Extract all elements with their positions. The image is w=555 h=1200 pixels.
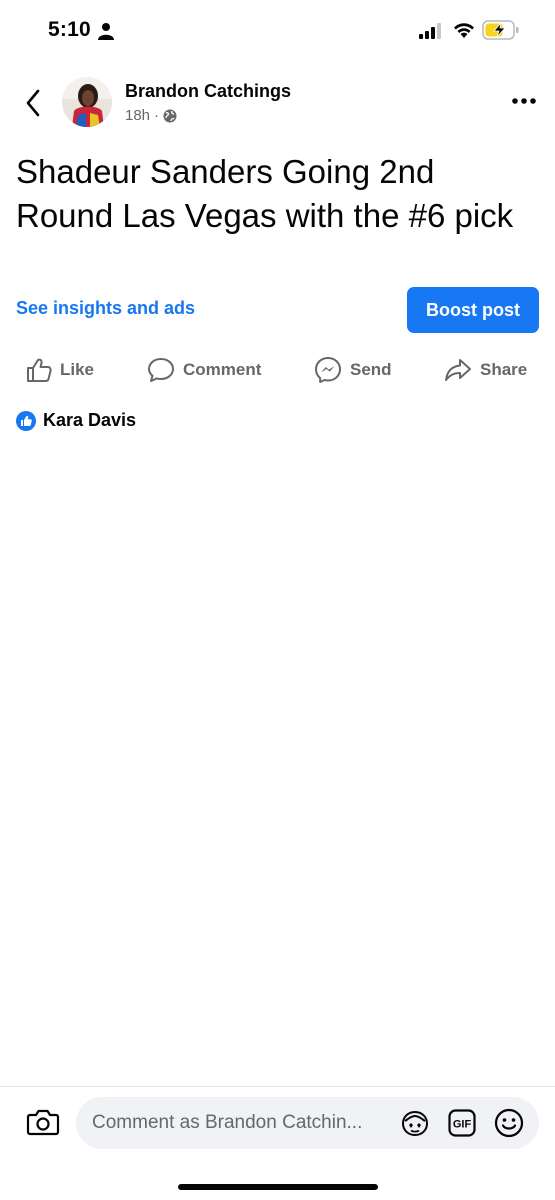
cellular-signal-icon bbox=[419, 23, 441, 39]
send-button[interactable]: Send bbox=[314, 354, 392, 386]
share-button[interactable]: Share bbox=[444, 354, 527, 386]
share-arrow-icon bbox=[445, 359, 471, 381]
share-label: Share bbox=[480, 360, 528, 379]
status-time: 5:10 bbox=[48, 18, 91, 41]
like-label: Like bbox=[60, 360, 95, 379]
comment-input[interactable] bbox=[92, 1097, 392, 1149]
post-text: Shadeur Sanders Going 2nd Round Las Vega… bbox=[16, 153, 514, 234]
sticker-button[interactable] bbox=[400, 1109, 430, 1137]
status-bar: 5:10 bbox=[0, 0, 555, 62]
reactions-summary[interactable]: Kara Davis bbox=[16, 410, 136, 431]
gif-icon: GIF bbox=[448, 1109, 476, 1137]
emoji-button[interactable] bbox=[494, 1108, 524, 1138]
like-reaction-icon bbox=[16, 410, 36, 431]
back-button[interactable] bbox=[18, 86, 48, 120]
camera-button[interactable] bbox=[26, 1107, 60, 1137]
wifi-icon bbox=[454, 23, 474, 38]
author-name[interactable]: Brandon Catchings bbox=[125, 81, 291, 102]
post-meta: 18h · bbox=[125, 107, 177, 124]
battery-charging-icon bbox=[482, 20, 519, 40]
boost-post-button[interactable]: Boost post bbox=[407, 287, 539, 333]
gif-label: GIF bbox=[453, 1119, 472, 1131]
comment-bubble-icon bbox=[148, 358, 174, 382]
send-label: Send bbox=[350, 360, 392, 379]
more-dots-icon bbox=[512, 98, 536, 104]
messenger-icon bbox=[315, 357, 341, 383]
globe-icon bbox=[163, 109, 177, 122]
gif-button[interactable]: GIF bbox=[448, 1109, 476, 1137]
thumbs-up-icon bbox=[27, 358, 52, 382]
more-options-button[interactable] bbox=[508, 88, 542, 114]
like-button[interactable]: Like bbox=[26, 354, 94, 386]
profile-photo bbox=[62, 77, 112, 127]
avatar-sticker-icon bbox=[401, 1110, 429, 1137]
meta-separator: · bbox=[154, 107, 160, 124]
home-indicator[interactable] bbox=[178, 1184, 378, 1190]
avatar[interactable] bbox=[62, 77, 112, 127]
post-timestamp[interactable]: 18h bbox=[125, 107, 150, 124]
comment-button[interactable]: Comment bbox=[147, 354, 261, 386]
person-icon bbox=[98, 23, 114, 40]
composer-divider bbox=[0, 1086, 555, 1087]
reaction-names: Kara Davis bbox=[43, 410, 137, 430]
comment-composer: GIF bbox=[76, 1097, 539, 1149]
smiley-face-icon bbox=[494, 1108, 524, 1138]
chevron-left-icon bbox=[26, 89, 40, 117]
see-insights-link[interactable]: See insights and ads bbox=[16, 298, 195, 319]
camera-icon bbox=[26, 1109, 60, 1136]
comment-label: Comment bbox=[183, 360, 262, 379]
